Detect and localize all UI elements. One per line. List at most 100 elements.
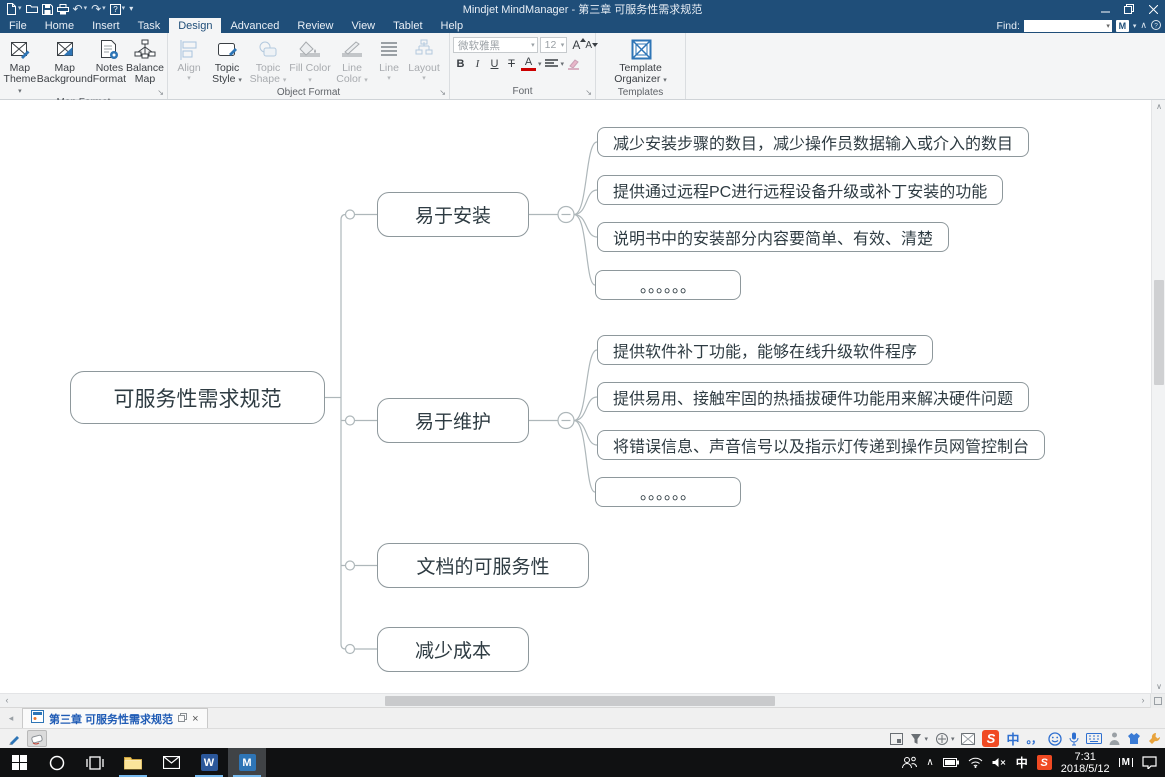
strikethrough-button[interactable]: T	[504, 56, 519, 71]
line-color-button[interactable]: Line Color ▾	[331, 35, 373, 86]
scroll-down-icon[interactable]: ∨	[1152, 680, 1165, 693]
filter-icon[interactable]: ▾	[910, 733, 928, 745]
find-dropdown-icon[interactable]: ▾	[1106, 22, 1110, 30]
match-options-icon[interactable]: M	[1116, 20, 1129, 32]
subtopic[interactable]: 。。。。。。	[595, 477, 741, 507]
tab-close-icon[interactable]: ×	[192, 713, 198, 725]
help-circle-icon[interactable]: ?	[1151, 20, 1161, 32]
align-button[interactable]: Align ▾	[171, 35, 207, 82]
tab-restore-icon[interactable]	[178, 713, 187, 724]
map-theme-button[interactable]: Map Theme ▾	[3, 35, 37, 97]
volume-muted-icon[interactable]	[992, 757, 1007, 768]
sogou-tray-icon[interactable]: S	[1037, 755, 1052, 770]
branch-topic[interactable]: 易于安装	[377, 192, 529, 237]
line-button[interactable]: Line ▾	[373, 35, 405, 82]
branch-topic[interactable]: 文档的可服务性	[377, 543, 589, 588]
align-text-button[interactable]	[544, 56, 559, 71]
undo-icon[interactable]: ↶▾	[73, 4, 88, 14]
customize-qat-icon[interactable]: ▾	[129, 4, 133, 14]
bold-button[interactable]: B	[453, 56, 468, 71]
dialog-launcher-icon[interactable]: ↘	[585, 88, 592, 97]
document-tab[interactable]: 第三章 可服务性需求规范 ×	[22, 708, 208, 728]
subtopic[interactable]: 提供通过远程PC进行远程设备升级或补丁安装的功能	[597, 175, 1003, 205]
find-input[interactable]	[1024, 20, 1112, 32]
dialog-launcher-icon[interactable]: ↘	[439, 88, 446, 97]
tab-task[interactable]: Task	[129, 18, 170, 33]
taskbar-clock[interactable]: 7:312018/5/12	[1061, 751, 1110, 775]
subtopic[interactable]: 提供易用、接触牢固的热插拔硬件功能用来解决硬件问题	[597, 382, 1029, 412]
action-center-icon[interactable]	[1142, 756, 1157, 769]
tab-file[interactable]: File	[0, 18, 36, 33]
emoji-icon[interactable]	[1048, 732, 1062, 746]
map-overview-icon[interactable]	[961, 733, 975, 745]
redo-icon[interactable]: ↷▾	[91, 4, 106, 14]
vertical-scroll-thumb[interactable]	[1154, 280, 1164, 385]
restore-button[interactable]	[1117, 0, 1141, 18]
dropdown-arrow[interactable]: ▾	[538, 60, 542, 68]
skin-person-icon[interactable]	[1109, 732, 1120, 745]
wrench-settings-icon[interactable]	[1148, 732, 1161, 745]
highlight-button[interactable]	[566, 56, 581, 71]
cortana-button[interactable]	[38, 748, 76, 777]
save-icon[interactable]	[42, 4, 53, 15]
mindmanager-tray-icon[interactable]: M	[1119, 758, 1133, 767]
subtopic[interactable]: 将错误信息、声音信号以及指示灯传递到操作员网管控制台	[597, 430, 1045, 460]
tab-review[interactable]: Review	[288, 18, 342, 33]
scroll-right-icon[interactable]: ›	[1136, 694, 1150, 708]
zoom-target-icon[interactable]: ▾	[935, 732, 955, 746]
ime-chinese-icon[interactable]: 中	[1006, 729, 1019, 748]
match-dropdown-icon[interactable]: ▾	[1133, 22, 1137, 30]
tab-home[interactable]: Home	[36, 18, 83, 33]
map-background-button[interactable]: Map Background	[37, 35, 93, 85]
file-explorer-button[interactable]	[114, 748, 152, 777]
fill-color-button[interactable]: Fill Color ▾	[289, 35, 331, 86]
layout-button[interactable]: Layout ▾	[405, 35, 443, 82]
font-family-select[interactable]: 微软雅黑▾	[453, 37, 538, 53]
subtopic[interactable]: 提供软件补丁功能，能够在线升级软件程序	[597, 335, 933, 365]
branch-topic[interactable]: 易于维护	[377, 398, 529, 443]
help-icon[interactable]: ?▾	[110, 4, 126, 15]
tab-scroll-left-icon[interactable]: ◂	[0, 713, 22, 724]
new-document-icon[interactable]: ▾	[6, 3, 22, 15]
mindmanager-button[interactable]: M	[228, 748, 266, 777]
font-color-button[interactable]: A	[521, 57, 536, 71]
keyboard-icon[interactable]	[1086, 733, 1102, 744]
close-button[interactable]	[1141, 0, 1165, 18]
shrink-font-icon[interactable]: A	[585, 40, 592, 51]
subtopic[interactable]: 。。。。。。	[595, 270, 741, 300]
scroll-up-icon[interactable]: ∧	[1152, 100, 1165, 113]
word-button[interactable]: W	[190, 748, 228, 777]
pen-tool-icon[interactable]	[4, 730, 24, 747]
mail-button[interactable]	[152, 748, 190, 777]
map-canvas[interactable]: 可服务性需求规范 易于安装 易于维护 文档的可服务性 减少成本 减少安装步骤的数…	[0, 100, 1165, 693]
vertical-scrollbar[interactable]: ∧ ∨	[1151, 100, 1165, 693]
subtopic[interactable]: 减少安装步骤的数目，减少操作员数据输入或介入的数目	[597, 127, 1029, 157]
ime-indicator[interactable]: 中	[1016, 754, 1028, 771]
sogou-logo-icon[interactable]: S	[982, 730, 999, 747]
branch-topic[interactable]: 减少成本	[377, 627, 529, 672]
task-pane-icon[interactable]	[890, 733, 903, 745]
horizontal-scroll-thumb[interactable]	[385, 696, 775, 706]
punctuation-icon[interactable]: 。，	[1027, 731, 1042, 747]
people-icon[interactable]	[901, 756, 917, 769]
print-icon[interactable]	[57, 4, 69, 15]
hidden-icons-chevron[interactable]: ∧	[926, 757, 933, 768]
minimize-button[interactable]	[1093, 0, 1117, 18]
notes-format-button[interactable]: Notes Format	[93, 35, 126, 85]
tab-insert[interactable]: Insert	[83, 18, 129, 33]
horizontal-scrollbar[interactable]: ‹ ›	[0, 693, 1165, 707]
microphone-icon[interactable]	[1069, 732, 1079, 746]
grow-font-icon[interactable]: A	[572, 38, 580, 52]
open-icon[interactable]	[26, 3, 38, 15]
topic-style-button[interactable]: Topic Style ▾	[207, 35, 247, 86]
balance-map-button[interactable]: Balance Map	[126, 35, 164, 85]
dropdown-arrow[interactable]: ▾	[561, 60, 565, 68]
dialog-launcher-icon[interactable]: ↘	[157, 88, 164, 97]
wifi-icon[interactable]	[968, 757, 983, 768]
tab-help[interactable]: Help	[432, 18, 473, 33]
tab-tablet[interactable]: Tablet	[384, 18, 431, 33]
central-topic[interactable]: 可服务性需求规范	[70, 371, 325, 424]
shirt-skin-icon[interactable]	[1127, 732, 1141, 745]
subtopic[interactable]: 说明书中的安装部分内容要简单、有效、清楚	[597, 222, 949, 252]
scroll-left-icon[interactable]: ‹	[0, 694, 14, 708]
